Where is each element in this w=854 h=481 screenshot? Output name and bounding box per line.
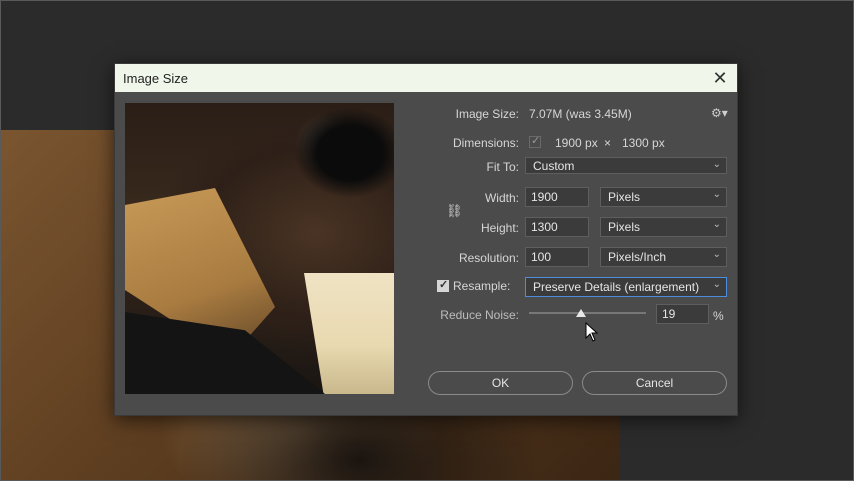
dimensions-height: 1300 px [622, 136, 665, 150]
reduce-noise-slider-thumb[interactable] [576, 309, 586, 317]
checkmark-icon: ✓ [439, 279, 449, 291]
reduce-noise-input[interactable]: 19 [656, 304, 709, 324]
width-label: Width: [484, 191, 519, 205]
cancel-button[interactable]: Cancel [582, 371, 727, 395]
fit-to-select[interactable]: Custom ⌄ [525, 157, 727, 174]
dimensions-dropdown-toggle[interactable]: ✓ [529, 135, 541, 148]
chevron-down-icon: ⌄ [712, 159, 721, 170]
height-unit-select[interactable]: Pixels ⌄ [600, 217, 727, 237]
height-input[interactable]: 1300 [525, 217, 589, 237]
link-icon[interactable]: ⛓ [446, 203, 463, 219]
fit-to-selected: Custom [533, 159, 575, 173]
image-size-dialog: Image Size ✕ Image Size: 7.07M (was 3.45… [114, 63, 738, 416]
fit-to-label: Fit To: [486, 160, 519, 174]
height-label: Height: [480, 221, 519, 235]
dimensions-label: Dimensions: [452, 136, 519, 150]
ok-button[interactable]: OK [428, 371, 573, 395]
reduce-noise-slider-track[interactable] [529, 312, 646, 314]
resample-checkbox[interactable]: ✓ [437, 279, 449, 292]
dialog-title: Image Size [123, 71, 189, 86]
mouse-cursor-icon [585, 322, 599, 342]
chevron-down-icon: ✓ [531, 135, 541, 147]
height-unit-selected: Pixels [608, 220, 641, 234]
image-size-label: Image Size: [455, 107, 519, 121]
resolution-unit-select[interactable]: Pixels/Inch ⌄ [600, 247, 727, 267]
width-unit-selected: Pixels [608, 190, 641, 204]
resolution-input[interactable]: 100 [525, 247, 589, 267]
chevron-down-icon: ⌄ [712, 249, 721, 260]
width-input[interactable]: 1900 [525, 187, 589, 207]
dialog-titlebar: Image Size ✕ [115, 64, 737, 92]
dimensions-times: × [604, 136, 612, 150]
width-unit-select[interactable]: Pixels ⌄ [600, 187, 727, 207]
chevron-down-icon: ⌄ [712, 219, 721, 230]
reduce-noise-unit: % [713, 309, 724, 323]
resolution-unit-selected: Pixels/Inch [608, 250, 667, 264]
dimensions-width: 1900 px [555, 136, 598, 150]
gear-icon[interactable]: ⚙▾ [711, 106, 728, 120]
image-preview[interactable] [125, 103, 394, 394]
resample-method-select[interactable]: Preserve Details (enlargement) ⌄ [525, 277, 727, 297]
chevron-down-icon: ⌄ [712, 279, 721, 290]
close-icon[interactable]: ✕ [709, 67, 731, 89]
resolution-label: Resolution: [458, 251, 519, 265]
reduce-noise-label: Reduce Noise: [440, 308, 519, 322]
resample-method-selected: Preserve Details (enlargement) [533, 280, 700, 294]
chevron-down-icon: ⌄ [712, 189, 721, 200]
resample-label: Resample: [453, 279, 511, 293]
image-size-value: 7.07M (was 3.45M) [529, 107, 632, 121]
